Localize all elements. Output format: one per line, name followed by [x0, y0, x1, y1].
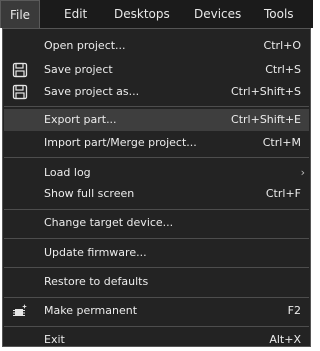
- menu-item-label: Import part/Merge project...: [44, 136, 197, 149]
- menu-item-update-firmware[interactable]: Update firmware...: [4, 242, 309, 264]
- menu-separator: [4, 297, 309, 298]
- menu-item-label: Open project...: [44, 39, 126, 52]
- menu-item-change-target-device[interactable]: Change target device...: [4, 212, 309, 234]
- floppy-disk-icon: [12, 84, 28, 100]
- chevron-right-icon: ›: [300, 166, 305, 179]
- floppy-disk-icon: [12, 62, 28, 78]
- menu-item-label: Load log: [44, 166, 91, 179]
- menu-separator: [4, 267, 309, 268]
- menu-item-label: Exit: [44, 333, 65, 346]
- menu-separator: [4, 238, 309, 239]
- menu-item-save-project[interactable]: Save project Ctrl+S: [4, 59, 309, 81]
- menu-separator: [4, 209, 309, 210]
- menu-item-label: Restore to defaults: [44, 275, 149, 288]
- menu-item-label: Update firmware...: [44, 246, 147, 259]
- menu-devices[interactable]: Devices: [194, 0, 241, 28]
- chip-sparkle-icon: [12, 303, 28, 319]
- menu-item-shortcut: Ctrl+Shift+E: [231, 113, 301, 126]
- menu-desktops[interactable]: Desktops: [114, 0, 170, 28]
- menu-item-shortcut: Alt+X: [269, 333, 301, 346]
- menu-edit[interactable]: Edit: [64, 0, 87, 28]
- menu-item-label: Change target device...: [44, 216, 174, 229]
- menu-item-import-merge[interactable]: Import part/Merge project... Ctrl+M: [4, 132, 309, 154]
- menu-separator: [4, 326, 309, 327]
- menu-item-restore-defaults[interactable]: Restore to defaults: [4, 271, 309, 293]
- menu-separator: [4, 157, 309, 158]
- menu-file[interactable]: File: [0, 0, 40, 28]
- menu-item-export-part[interactable]: Export part... Ctrl+Shift+E: [4, 109, 309, 131]
- menu-item-label: Export part...: [44, 113, 117, 126]
- menu-bar: File Edit Desktops Devices Tools: [0, 0, 313, 28]
- menu-item-show-full-screen[interactable]: Show full screen Ctrl+F: [4, 183, 309, 205]
- menu-item-shortcut: Ctrl+S: [265, 63, 301, 76]
- menu-item-shortcut: Ctrl+M: [262, 136, 301, 149]
- menu-item-label: Save project: [44, 63, 113, 76]
- menu-item-label: Make permanent: [44, 304, 138, 317]
- menu-item-make-permanent[interactable]: Make permanent F2: [4, 300, 309, 322]
- menu-item-shortcut: Ctrl+F: [265, 187, 301, 200]
- menu-item-save-project-as[interactable]: Save project as... Ctrl+Shift+S: [4, 81, 309, 103]
- menu-item-label: Save project as...: [44, 85, 140, 98]
- file-dropdown-menu: Open project... Ctrl+O Save project Ctrl…: [2, 28, 311, 347]
- menu-item-shortcut: Ctrl+Shift+S: [231, 85, 301, 98]
- menu-item-open-project[interactable]: Open project... Ctrl+O: [4, 35, 309, 57]
- menu-separator: [4, 106, 309, 107]
- menu-item-shortcut: F2: [287, 304, 301, 317]
- menu-item-exit[interactable]: Exit Alt+X: [4, 329, 309, 351]
- menu-item-load-log[interactable]: Load log ›: [4, 162, 309, 184]
- menu-tools[interactable]: Tools: [264, 0, 294, 28]
- menu-item-label: Show full screen: [44, 187, 135, 200]
- menu-item-shortcut: Ctrl+O: [263, 39, 301, 52]
